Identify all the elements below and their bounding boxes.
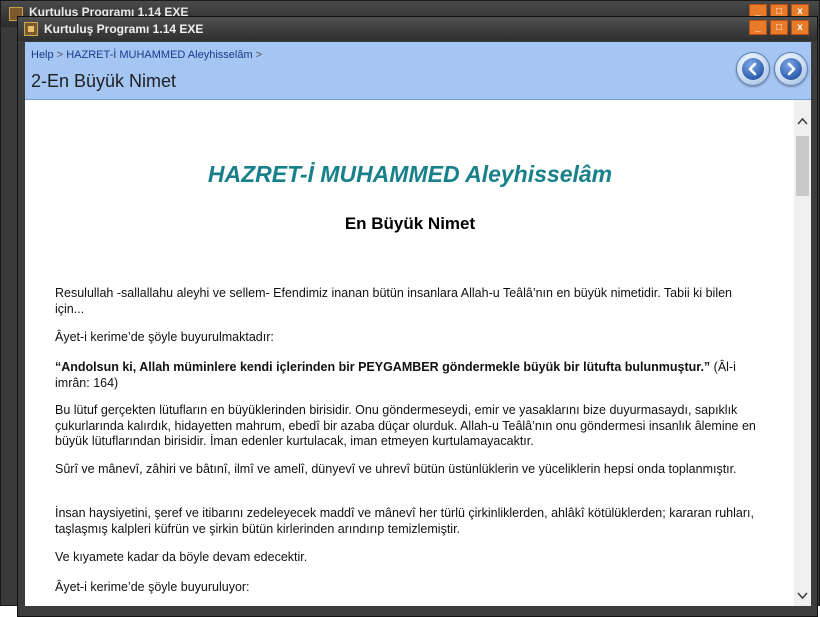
paragraph-8: Âyet-i kerime’de şöyle buyuruluyor:	[55, 580, 250, 594]
close-button[interactable]: x	[791, 20, 809, 35]
paragraph-5: Sûrî ve mânevî, zâhiri ve bâtınî, ilmî v…	[55, 462, 737, 476]
window-controls: _ □ x	[749, 20, 809, 35]
paragraph-7: Ve kıyamete kadar da böyle devam edecekt…	[55, 550, 308, 564]
forward-button[interactable]	[774, 52, 808, 86]
scrollbar-thumb[interactable]	[796, 136, 809, 196]
paragraph-6: İnsan haysiyetini, şeref ve itibarını ze…	[55, 506, 754, 536]
quote-text: “Andolsun ki, Allah müminlere kendi içle…	[55, 360, 711, 374]
main-window: Kurtuluş Programı 1.14 EXE _ □ x Help > …	[17, 16, 818, 617]
breadcrumb-separator: >	[56, 49, 64, 61]
app-icon	[24, 22, 38, 36]
maximize-button[interactable]: □	[770, 20, 788, 35]
chevron-up-icon[interactable]	[794, 114, 811, 131]
paragraph-1: Resulullah -sallallahu aleyhi ve sellem-…	[55, 286, 733, 316]
breadcrumb-help[interactable]: Help	[31, 49, 54, 61]
titlebar[interactable]: Kurtuluş Programı 1.14 EXE _ □ x	[18, 17, 817, 41]
breadcrumb-section[interactable]: HAZRET-İ MUHAMMED Aleyhisselâm	[66, 49, 252, 61]
paragraph-4: Bu lütuf gerçekten lütufların en büyükle…	[55, 403, 756, 448]
paragraph-2: Âyet-i kerime’de şöyle buyurulmaktadır:	[55, 330, 274, 344]
paragraph-3: “Andolsun ki, Allah müminlere kendi içle…	[55, 360, 763, 391]
back-button[interactable]	[736, 52, 770, 86]
window-title: Kurtuluş Programı 1.14 EXE	[44, 22, 204, 36]
chevron-down-icon[interactable]	[794, 589, 811, 606]
breadcrumb-separator: >	[255, 49, 263, 61]
minimize-button[interactable]: _	[749, 20, 767, 35]
breadcrumb: Help > HAZRET-İ MUHAMMED Aleyhisselâm >	[31, 49, 262, 61]
page-title: 2-En Büyük Nimet	[31, 71, 177, 91]
document-subtitle: En Büyük Nimet	[344, 214, 476, 233]
help-content: HAZRET-İ MUHAMMED Aleyhisselâm En Büyük …	[25, 100, 811, 606]
help-header: Help > HAZRET-İ MUHAMMED Aleyhisselâm > …	[25, 42, 811, 100]
arrow-right-icon	[780, 58, 802, 80]
vertical-scrollbar[interactable]	[794, 100, 811, 606]
arrow-left-icon	[742, 58, 764, 80]
document-title: HAZRET-İ MUHAMMED Aleyhisselâm	[207, 161, 613, 187]
